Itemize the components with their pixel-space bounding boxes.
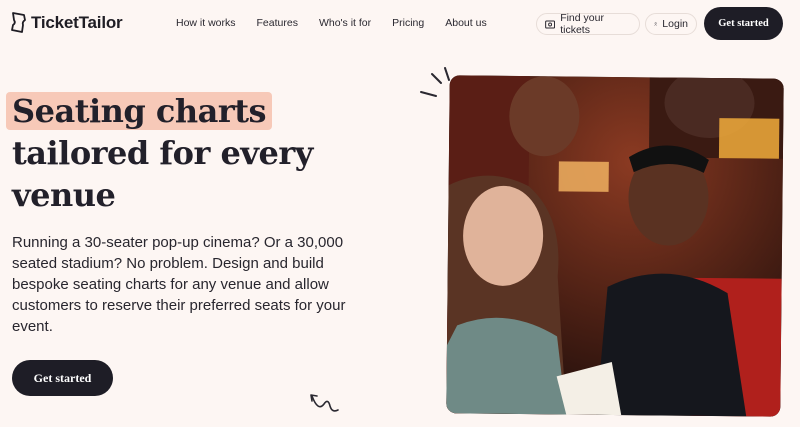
nav-about-us[interactable]: About us — [445, 17, 486, 29]
main-nav: How it works Features Who's it for Prici… — [176, 17, 508, 29]
headline-line-2: tailored for every — [12, 134, 313, 172]
headline-highlight: Seating charts — [6, 92, 273, 130]
ticket-logo-icon — [11, 12, 26, 33]
hero-headline: Seating charts tailored for every venue — [6, 90, 412, 216]
headline-line-3: venue — [12, 176, 116, 214]
login-label: Login — [662, 18, 688, 30]
nav-whos-it-for[interactable]: Who's it for — [319, 17, 371, 29]
get-started-hero-button[interactable]: Get started — [12, 360, 113, 396]
ticket-icon — [545, 19, 556, 29]
login-button[interactable]: Login — [645, 13, 697, 35]
nav-features[interactable]: Features — [257, 17, 298, 29]
logo[interactable]: TicketTailor — [10, 8, 123, 38]
nav-how-it-works[interactable]: How it works — [176, 17, 236, 29]
site-header: TicketTailor How it works Features Who's… — [0, 0, 800, 48]
hero-description: Running a 30-seater pop-up cinema? Or a … — [12, 234, 346, 335]
nav-pricing[interactable]: Pricing — [392, 17, 424, 29]
user-icon — [654, 22, 658, 26]
squiggle-arrow-icon — [310, 394, 339, 412]
find-tickets-label: Find your tickets — [560, 12, 604, 36]
find-tickets-button[interactable]: Find your tickets — [536, 12, 640, 36]
get-started-header-button[interactable]: Get started — [704, 7, 783, 40]
brand-name: TicketTailor — [31, 13, 123, 32]
hero-photo-cinema-audience — [446, 75, 784, 417]
